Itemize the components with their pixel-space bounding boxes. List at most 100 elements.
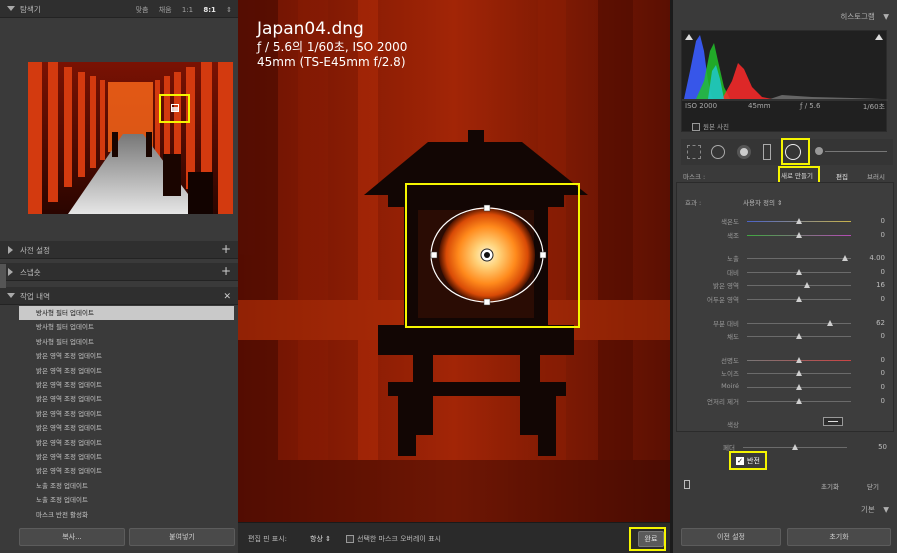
crop-overlay-icon[interactable] <box>687 145 701 159</box>
slider-thumb[interactable] <box>795 218 802 224</box>
slider-thumb[interactable] <box>803 282 810 289</box>
slider-label: Moiré <box>721 382 739 390</box>
history-item[interactable]: 방사형 필터 업데이트 <box>19 335 234 349</box>
navigator-header[interactable]: 탐색기 맞춤 채움 1:1 8:1 ⇕ <box>0 0 238 18</box>
collapse-triangle-icon[interactable]: ▼ <box>883 505 889 514</box>
history-item[interactable]: 방사형 필터 업데이트 <box>19 320 234 334</box>
adjustment-brush-slider[interactable] <box>825 151 887 152</box>
overlay-toggle[interactable]: 선택한 마스크 오버레이 표시 <box>346 534 441 544</box>
expand-triangle-icon[interactable] <box>8 246 13 254</box>
history-item[interactable]: 마스크 반전 활성화 <box>19 508 234 522</box>
collapse-triangle-icon[interactable]: ▼ <box>883 12 889 21</box>
history-item[interactable]: 밝은 영역 조정 업데이트 <box>19 364 234 378</box>
close-link[interactable]: 닫기 <box>867 481 879 491</box>
slider-label: 대비 <box>727 268 739 277</box>
histogram-shutter: 1/60초 <box>862 103 885 111</box>
reset-link[interactable]: 초기화 <box>821 481 839 491</box>
collapse-triangle-icon[interactable] <box>7 6 15 11</box>
history-item[interactable]: 밝은 영역 조정 업데이트 <box>19 407 234 421</box>
add-preset-icon[interactable]: + <box>221 242 231 256</box>
effect-select[interactable]: 사용자 정의 ⇕ <box>743 197 783 207</box>
zoom-dropdown-icon[interactable]: ⇕ <box>226 6 232 14</box>
overlay-checkbox[interactable] <box>346 535 354 543</box>
history-header[interactable]: 작업 내역 ✕ <box>0 287 238 305</box>
expand-triangle-icon[interactable] <box>8 268 13 276</box>
graduated-filter-icon[interactable] <box>763 144 771 160</box>
add-snapshot-icon[interactable]: + <box>221 264 231 278</box>
left-panel-collapse-handle[interactable] <box>0 264 6 288</box>
slider-label: 부분 대비 <box>713 319 739 328</box>
histogram-header[interactable]: 히스토그램 ▼ <box>840 11 889 22</box>
zoom-1-1[interactable]: 1:1 <box>182 6 193 14</box>
main-image-view[interactable]: Japan04.dng ƒ / 5.6의 1/60초, ISO 2000 45m… <box>238 0 670 522</box>
history-item[interactable]: 밝은 영역 조정 업데이트 <box>19 378 234 392</box>
radial-filter-settings: 효과 : 사용자 정의 ⇕ 색온도 0 색조 0 노출 4.00 대비 0 밝은 영역 16 어두운… <box>676 182 894 432</box>
slider-thumb[interactable] <box>795 268 802 275</box>
reset-button[interactable]: 초기화 <box>787 528 891 546</box>
slider-thumb[interactable] <box>795 370 802 377</box>
original-photo-toggle[interactable]: 원본 사진 <box>692 121 729 131</box>
radial-filter-icon[interactable] <box>785 144 801 160</box>
spot-removal-icon[interactable] <box>711 145 725 159</box>
mask-new-button[interactable]: 새로 만들기 <box>781 170 813 180</box>
slider-thumb[interactable] <box>795 333 802 340</box>
history-item[interactable]: 밝은 영역 조정 업데이트 <box>19 436 234 450</box>
history-item[interactable]: 밝은 영역 조정 업데이트 <box>19 349 234 363</box>
paste-button[interactable]: 붙여넣기 <box>129 528 235 546</box>
slider-thumb[interactable] <box>795 397 802 404</box>
basic-title: 기본 <box>861 505 875 514</box>
presets-header[interactable]: 사전 설정 + <box>0 241 238 259</box>
slider-thumb[interactable] <box>795 384 802 390</box>
slider-track[interactable] <box>747 322 851 324</box>
zoom-fill[interactable]: 채움 <box>159 6 172 14</box>
highlight-clipping-icon[interactable] <box>875 34 883 40</box>
radial-filter-handle-left <box>430 251 438 259</box>
color-swatch[interactable] <box>823 417 843 426</box>
slider-thumb[interactable] <box>795 296 802 302</box>
mask-brush-button[interactable]: 브러시 <box>867 171 885 181</box>
slider-thumb[interactable] <box>795 231 802 238</box>
history-item[interactable]: 밝은 영역 조정 업데이트 <box>19 392 234 406</box>
select-arrows-icon: ⇕ <box>777 199 783 207</box>
slider-label: 색조 <box>727 231 739 240</box>
zoom-fit[interactable]: 맞춤 <box>136 6 149 14</box>
history-item[interactable]: 밝은 영역 조정 업데이트 <box>19 421 234 435</box>
slider-value: 0 <box>880 217 885 225</box>
edit-pins-select[interactable]: 항상 ⇕ <box>310 534 331 544</box>
radial-filter-handle-right <box>539 251 547 259</box>
history-item[interactable]: 방사형 필터 업데이트 <box>19 306 234 321</box>
slider-label: 언저리 제거 <box>707 397 739 406</box>
collapse-triangle-icon[interactable] <box>7 293 15 298</box>
history-item[interactable]: 밝은 영역 조정 업데이트 <box>19 450 234 464</box>
slider-thumb[interactable] <box>795 356 802 363</box>
snapshots-header[interactable]: 스냅숏 + <box>0 263 238 281</box>
history-item[interactable]: 노출 조정 업데이트 <box>19 479 234 493</box>
mask-edit-button[interactable]: 편집 <box>836 171 848 181</box>
histogram[interactable]: ISO 2000 45mm ƒ / 5.6 1/60초 원본 사진 <box>681 30 888 132</box>
copy-button[interactable]: 복사... <box>19 528 125 546</box>
shadow-clipping-icon[interactable] <box>685 34 693 40</box>
original-photo-checkbox[interactable] <box>692 123 700 131</box>
navigator-thumbnail[interactable] <box>28 62 233 214</box>
slider-track[interactable] <box>747 285 851 287</box>
presets-title: 사전 설정 <box>20 246 50 255</box>
adjustment-brush-icon[interactable] <box>815 147 823 155</box>
previous-settings-button[interactable]: 이전 설정 <box>681 528 781 546</box>
done-button[interactable]: 완료 <box>638 531 664 547</box>
invert-toggle[interactable]: ✓ 반전 <box>736 456 760 466</box>
history-item[interactable]: 밝은 영역 조정 업데이트 <box>19 464 234 478</box>
on-off-switch-icon[interactable] <box>684 480 690 489</box>
history-item[interactable]: 노출 조정 업데이트 <box>19 493 234 507</box>
red-eye-icon[interactable] <box>737 145 751 159</box>
slider-thumb[interactable] <box>842 255 849 262</box>
zoom-8-1[interactable]: 8:1 <box>203 6 216 14</box>
feather-thumb[interactable] <box>792 444 798 450</box>
invert-checkbox[interactable]: ✓ <box>736 457 744 465</box>
histogram-iso: ISO 2000 <box>685 102 718 110</box>
clear-history-icon[interactable]: ✕ <box>223 290 231 304</box>
slider-thumb[interactable] <box>826 319 833 326</box>
slider-value: 0 <box>880 230 885 239</box>
slider-track[interactable] <box>747 258 851 260</box>
basic-header[interactable]: 기본 ▼ <box>861 504 889 515</box>
snapshots-title: 스냅숏 <box>20 268 41 277</box>
